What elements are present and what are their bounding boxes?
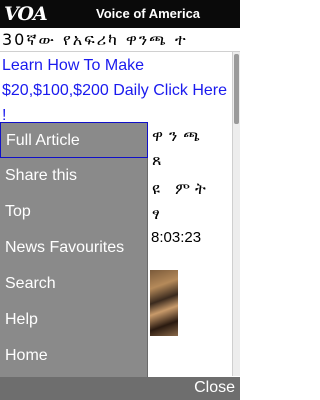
- article-title: 30ኛው የአፍሪካ ዋንጫ ተ: [2, 30, 188, 49]
- article-text-fragment: ጸ: [152, 150, 162, 169]
- menu-item-full-article[interactable]: Full Article: [0, 122, 148, 158]
- menu-item-home[interactable]: Home: [0, 338, 148, 374]
- station-name: Voice of America: [96, 6, 201, 21]
- ad-link[interactable]: Learn How To Make $20,$100,$200 Daily Cl…: [2, 53, 230, 128]
- voa-logo[interactable]: VOA: [4, 3, 48, 25]
- menu-item-search[interactable]: Search: [0, 266, 148, 302]
- menu-item-top[interactable]: Top: [0, 194, 148, 230]
- article-text-fragment: ዋንጫ: [152, 126, 206, 145]
- scrollbar-thumb[interactable]: [234, 54, 239, 124]
- article-thumbnail[interactable]: [150, 270, 178, 336]
- options-menu: Full Article Share this Top News Favouri…: [0, 122, 148, 377]
- softkey-bar: Close: [0, 377, 240, 400]
- close-button[interactable]: Close: [194, 379, 235, 397]
- menu-item-help[interactable]: Help: [0, 302, 148, 338]
- menu-item-share-this[interactable]: Share this: [0, 158, 148, 194]
- article-timestamp: 8:03:23: [151, 229, 202, 246]
- menu-item-news-favourites[interactable]: News Favourites: [0, 230, 148, 266]
- article-title-bar: 30ኛው የአፍሪካ ዋንጫ ተ: [0, 28, 240, 52]
- vertical-scrollbar[interactable]: [232, 52, 240, 376]
- article-text-fragment: ፃ: [152, 204, 166, 223]
- app-header: VOA Voice of America: [0, 0, 240, 28]
- article-text-fragment: ዩ ምት: [152, 179, 211, 198]
- voa-logo-text: VOA: [4, 3, 48, 25]
